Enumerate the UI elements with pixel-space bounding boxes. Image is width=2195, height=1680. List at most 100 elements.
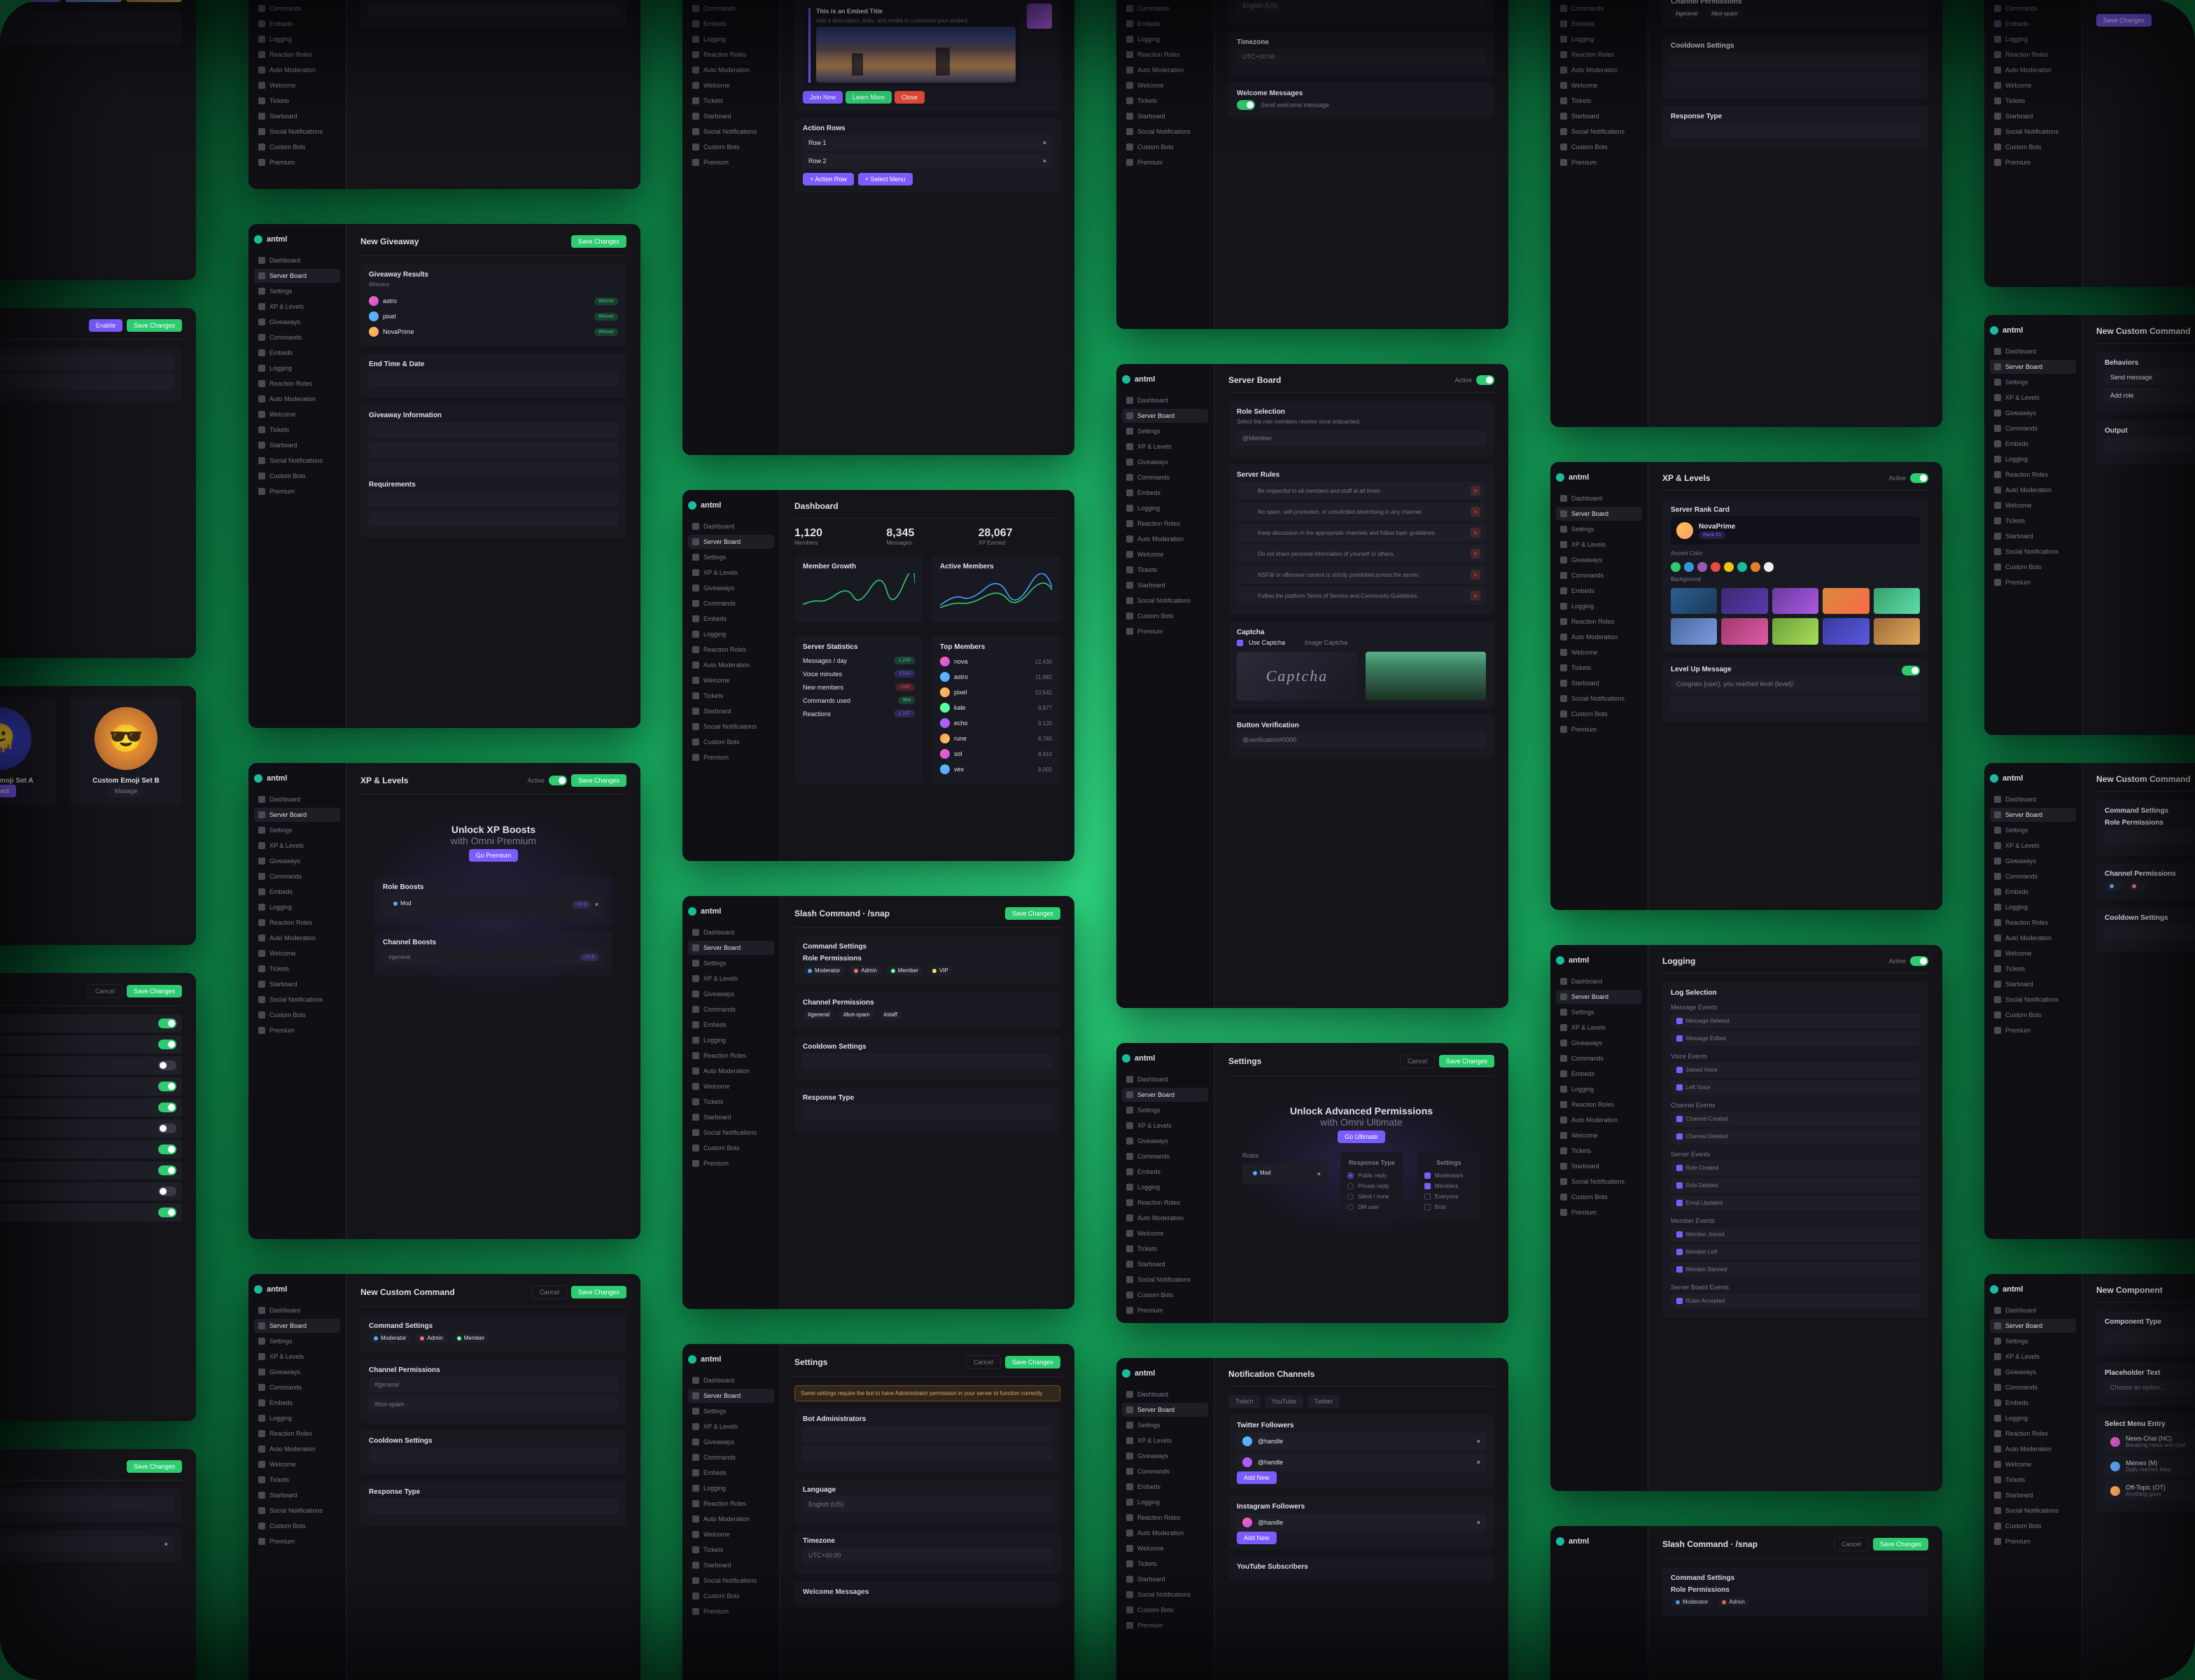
sidebar-item[interactable]: Custom Bots xyxy=(1122,609,1208,623)
sidebar-item[interactable]: Commands xyxy=(1122,1464,1208,1478)
sidebar-item[interactable]: Reaction Roles xyxy=(1556,1098,1642,1112)
sidebar-item[interactable]: Commands xyxy=(1122,1,1208,15)
sidebar-item[interactable]: Premium xyxy=(1556,155,1642,169)
rule-row[interactable]: ⋮⋮Do not share personal information of y… xyxy=(1237,545,1486,563)
sidebar-item[interactable]: Reaction Roles xyxy=(1990,468,2076,482)
color-swatch[interactable] xyxy=(1737,562,1747,572)
embed-btn[interactable]: Join Now xyxy=(803,91,843,104)
add-select-button[interactable]: + Select Menu xyxy=(858,173,913,186)
sidebar-item[interactable]: Auto Moderation xyxy=(1990,483,2076,497)
select-entry[interactable]: News-Chat (NC)Breaking news and chat xyxy=(2105,1431,2195,1452)
welcome-toggle[interactable] xyxy=(1237,100,1255,110)
sidebar-item[interactable]: Dashboard xyxy=(688,1373,774,1387)
log-row[interactable]: Message Edited xyxy=(1671,1031,1920,1046)
sidebar-item[interactable]: Premium xyxy=(688,1156,774,1170)
ultimate-cta[interactable]: Go Ultimate xyxy=(1338,1130,1385,1143)
sidebar-item[interactable]: Embeds xyxy=(1990,17,2076,31)
member-row[interactable]: rune8,765 xyxy=(940,731,1052,746)
levelup-input[interactable]: Congrats {user}, you reached level {leve… xyxy=(1671,676,1920,692)
sidebar-item[interactable]: XP & Levels xyxy=(1990,391,2076,405)
sidebar-item[interactable]: Logging xyxy=(688,1481,774,1495)
bg-swatch[interactable] xyxy=(1671,618,1717,644)
language-select[interactable]: English (US) xyxy=(803,1497,1052,1512)
log-row[interactable]: Message Deleted xyxy=(1671,1014,1920,1028)
checkbox[interactable] xyxy=(1676,1035,1683,1042)
sidebar-item[interactable]: Commands xyxy=(1990,1,2076,15)
checkbox[interactable] xyxy=(1424,1172,1431,1179)
sidebar-item[interactable]: Auto Moderation xyxy=(1122,1211,1208,1225)
sidebar-item[interactable]: Social Notifications xyxy=(1990,545,2076,559)
sidebar-item[interactable]: Settings xyxy=(1990,375,2076,389)
sidebar-item[interactable]: Auto Moderation xyxy=(1990,63,2076,77)
sidebar-item[interactable]: Logging xyxy=(254,900,340,914)
drag-icon[interactable]: ⋮⋮ xyxy=(1242,530,1254,536)
sidebar-item[interactable]: Custom Bots xyxy=(1990,140,2076,154)
role-select[interactable]: @Member xyxy=(1237,430,1486,446)
sidebar-item[interactable]: Logging xyxy=(254,361,340,375)
sidebar-item[interactable]: Commands xyxy=(1122,470,1208,484)
tab-twitch[interactable]: Twitch xyxy=(1228,1395,1261,1408)
sidebar-item[interactable]: Auto Moderation xyxy=(688,658,774,672)
sidebar-item[interactable]: Starboard xyxy=(688,109,774,123)
sidebar-item[interactable]: Dashboard xyxy=(1990,344,2076,358)
sidebar-item[interactable]: XP & Levels xyxy=(254,839,340,853)
member-row[interactable]: kale9,877 xyxy=(940,700,1052,715)
sidebar-item[interactable]: Giveaways xyxy=(1990,406,2076,420)
delete-icon[interactable]: × xyxy=(164,1541,168,1548)
sidebar-item[interactable]: Commands xyxy=(688,1450,774,1464)
log-row[interactable]: Member Banned xyxy=(1671,1262,1920,1277)
delete-icon[interactable]: × xyxy=(1477,1438,1480,1445)
sidebar-item[interactable]: Giveaways xyxy=(688,581,774,595)
sidebar-item[interactable]: Settings xyxy=(688,550,774,564)
active-toggle[interactable] xyxy=(1910,956,1928,966)
color-swatch[interactable] xyxy=(1671,562,1681,572)
delete-icon[interactable]: × xyxy=(1471,528,1480,538)
bg-swatch[interactable] xyxy=(1823,618,1869,644)
save-button[interactable]: Save Changes xyxy=(127,985,182,997)
log-row[interactable]: Emoji Updated xyxy=(1671,1196,1920,1210)
sidebar-item[interactable]: Embeds xyxy=(1556,17,1642,31)
sidebar-item[interactable]: Custom Bots xyxy=(688,1141,774,1155)
checkbox[interactable] xyxy=(1676,1182,1683,1189)
sidebar-item[interactable]: Social Notifications xyxy=(1122,1588,1208,1602)
bg-swatch[interactable] xyxy=(1772,618,1818,644)
sidebar-item[interactable]: Embeds xyxy=(1556,584,1642,598)
color-swatch[interactable] xyxy=(1764,562,1774,572)
sidebar-item[interactable]: Server Board xyxy=(1556,990,1642,1004)
sidebar-item[interactable]: Logging xyxy=(1122,32,1208,46)
sidebar-item[interactable]: Tickets xyxy=(1990,94,2076,108)
rule-row[interactable]: ⋮⋮Follow the platform Terms of Service a… xyxy=(1237,587,1486,605)
sidebar-item[interactable]: Embeds xyxy=(1122,1165,1208,1179)
sidebar-item[interactable]: XP & Levels xyxy=(688,566,774,580)
sidebar-item[interactable]: Tickets xyxy=(688,1543,774,1557)
sidebar-item[interactable]: Dashboard xyxy=(254,792,340,806)
sidebar-item[interactable]: Starboard xyxy=(254,1488,340,1502)
sidebar-item[interactable]: XP & Levels xyxy=(1556,538,1642,552)
sidebar-item[interactable]: Starboard xyxy=(1122,578,1208,592)
sidebar-item[interactable]: Auto Moderation xyxy=(1122,63,1208,77)
sidebar-item[interactable]: Server Board xyxy=(254,808,340,822)
radio[interactable] xyxy=(1347,1183,1354,1189)
bg-swatch[interactable] xyxy=(5,0,62,2)
sidebar-item[interactable]: Starboard xyxy=(688,704,774,718)
sidebar-item[interactable]: Settings xyxy=(254,1334,340,1348)
tab-twitter[interactable]: Twitter xyxy=(1307,1395,1340,1408)
select-button[interactable]: Select xyxy=(0,785,16,797)
bg-swatch[interactable] xyxy=(0,0,1,2)
sidebar-item[interactable]: Welcome xyxy=(1990,946,2076,960)
sidebar-item[interactable]: Social Notifications xyxy=(1990,993,2076,1007)
delete-icon[interactable]: × xyxy=(1043,139,1046,146)
sidebar-item[interactable]: Auto Moderation xyxy=(1990,931,2076,945)
sidebar-item[interactable]: Starboard xyxy=(254,977,340,991)
sidebar-item[interactable]: Dashboard xyxy=(1990,1303,2076,1317)
sidebar-item[interactable]: Premium xyxy=(1122,155,1208,169)
sidebar-item[interactable]: Logging xyxy=(1990,32,2076,46)
sidebar-item[interactable]: Auto Moderation xyxy=(254,1442,340,1456)
sidebar-item[interactable]: Embeds xyxy=(1556,1067,1642,1081)
sidebar-item[interactable]: Welcome xyxy=(254,946,340,960)
sidebar-item[interactable]: Giveaways xyxy=(1122,1449,1208,1463)
sidebar-item[interactable]: Dashboard xyxy=(1556,491,1642,505)
log-row[interactable]: Channel Deleted xyxy=(1671,1129,1920,1144)
sidebar-item[interactable]: XP & Levels xyxy=(688,972,774,986)
sidebar-item[interactable]: Tickets xyxy=(1122,563,1208,577)
